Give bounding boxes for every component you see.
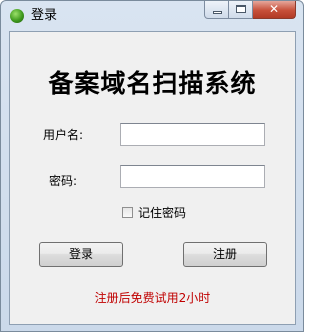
app-icon bbox=[10, 9, 24, 23]
page-title: 备案域名扫描系统 bbox=[48, 69, 257, 98]
close-button[interactable]: ✕ bbox=[253, 1, 296, 19]
minimize-button[interactable] bbox=[204, 1, 229, 19]
password-input[interactable] bbox=[120, 165, 265, 188]
window-title: 登录 bbox=[31, 8, 58, 23]
login-button[interactable]: 登录 bbox=[39, 242, 123, 267]
form-panel: 备案域名扫描系统 用户名: 密码: 记住密码 登录 注册 注册后免费试用2小时 bbox=[9, 31, 296, 325]
password-label: 密码: bbox=[49, 174, 78, 188]
title-bar[interactable]: 登录 ✕ bbox=[1, 1, 303, 31]
remember-password-label[interactable]: 记住密码 bbox=[138, 204, 186, 221]
minimize-icon bbox=[213, 11, 222, 14]
maximize-button[interactable] bbox=[229, 1, 253, 19]
trial-notice: 注册后免费试用2小时 bbox=[94, 291, 211, 305]
maximize-icon bbox=[236, 5, 246, 13]
remember-password-checkbox[interactable] bbox=[122, 207, 133, 218]
window-controls: ✕ bbox=[204, 1, 296, 19]
login-window: 登录 ✕ 备案域名扫描系统 用户名: 密码: 记住密码 登录 注册 注册后免费试… bbox=[0, 0, 304, 332]
register-button[interactable]: 注册 bbox=[183, 242, 267, 267]
username-input[interactable] bbox=[120, 123, 265, 146]
username-label: 用户名: bbox=[43, 128, 84, 142]
close-icon: ✕ bbox=[268, 2, 280, 16]
remember-password-option[interactable]: 记住密码 bbox=[122, 204, 186, 221]
